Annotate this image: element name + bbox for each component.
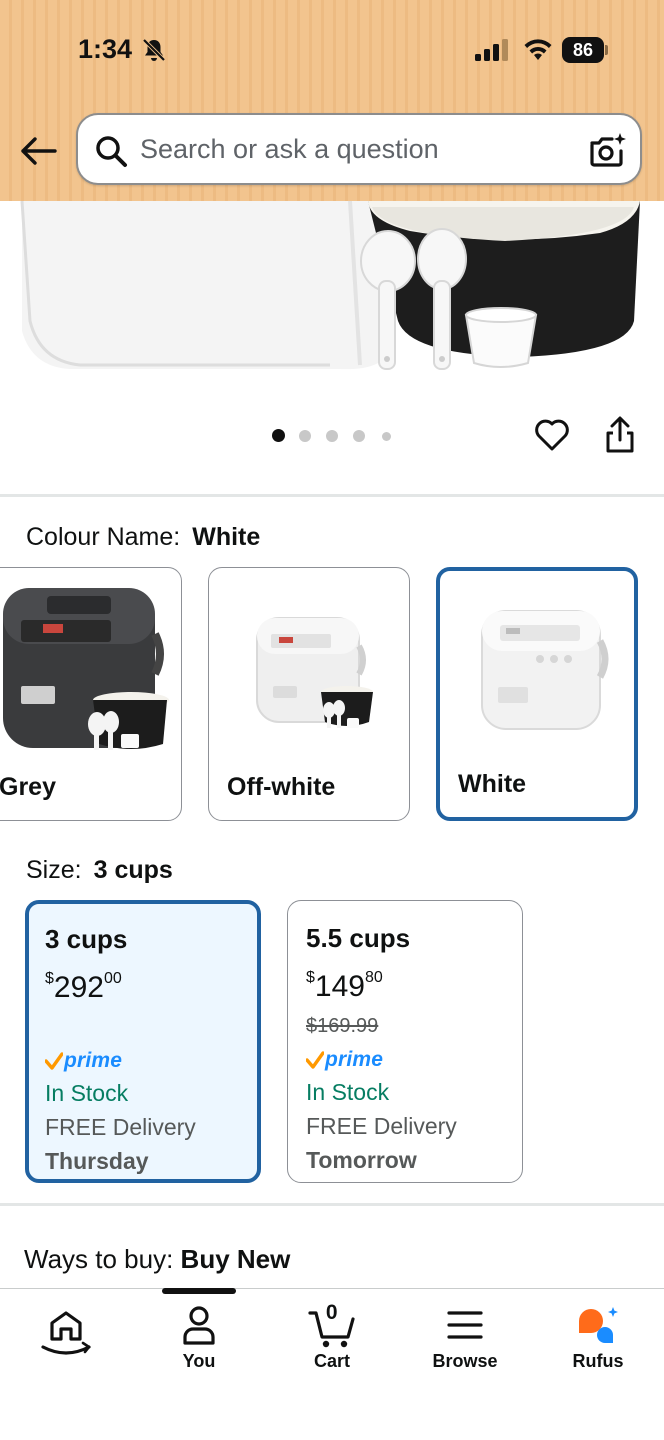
delivery-text: FREE Delivery [306, 1113, 457, 1139]
section-divider [0, 1203, 664, 1206]
nav-cart[interactable]: 0 Cart [266, 1289, 398, 1389]
rufus-icon [579, 1307, 618, 1343]
delivery-day: Tomorrow [306, 1147, 417, 1173]
prime-check-icon [306, 1051, 324, 1069]
battery-nub [605, 45, 608, 55]
nav-rufus[interactable]: Rufus [532, 1289, 664, 1389]
colour-option-white[interactable]: White [436, 567, 638, 821]
list-price: $169.99 [306, 1015, 379, 1037]
colour-option-name: White [458, 770, 527, 798]
search-bar[interactable] [76, 113, 642, 185]
bottom-nav-bar: You 0 Cart Browse Rufus [0, 1288, 664, 1440]
prime-check-icon [45, 1052, 63, 1070]
battery-indicator: 86 [562, 37, 604, 63]
delivery-text: FREE Delivery [45, 1114, 196, 1140]
stock-status: In Stock [45, 1080, 129, 1106]
price-currency: $ [45, 970, 54, 987]
share-icon[interactable] [603, 416, 637, 454]
colour-option-name: Grey [0, 773, 56, 801]
size-option-title: 3 cups [45, 924, 128, 954]
ways-to-buy-label: Ways to buy: [24, 1244, 174, 1274]
bell-muted-icon [142, 38, 166, 62]
top-header: 1:34 86 [0, 0, 664, 201]
size-label: Size: 3 cups [26, 856, 173, 885]
colour-label-text: Colour Name: [26, 523, 181, 551]
off-white-cooker-thumbnail [256, 617, 373, 728]
nav-home[interactable] [0, 1289, 132, 1389]
price-currency: $ [306, 969, 315, 986]
home-icon [41, 1311, 91, 1355]
search-icon [96, 136, 127, 167]
prime-text: prime [64, 1049, 123, 1072]
size-option-3-cups[interactable]: 3 cups $29200 prime In Stock FREE Delive… [25, 900, 261, 1183]
pager-dot[interactable] [382, 432, 391, 441]
pager-dot[interactable] [299, 430, 311, 442]
size-option-price: $14980 [306, 961, 504, 1009]
list-price [45, 1010, 241, 1044]
nav-label: Browse [432, 1351, 498, 1371]
cart-count-badge: 0 [325, 1301, 338, 1324]
colour-option-name: Off-white [227, 773, 336, 801]
size-label-text: Size: [26, 856, 82, 884]
pager-dot[interactable] [326, 430, 338, 442]
nav-label: You [182, 1351, 216, 1371]
ways-to-buy-value: Buy New [180, 1244, 291, 1274]
price-fraction: 80 [364, 969, 383, 986]
search-input[interactable] [140, 125, 570, 173]
white-cooker-thumbnail [481, 610, 609, 730]
nav-browse[interactable]: Browse [399, 1289, 531, 1389]
size-selected-value: 3 cups [93, 856, 173, 884]
size-option-5-5-cups[interactable]: 5.5 cups $14980 $169.99 prime In Stock F… [287, 900, 523, 1183]
colour-option-grey[interactable]: Grey [0, 567, 182, 821]
delivery-day: Thursday [45, 1148, 149, 1174]
product-image[interactable] [0, 201, 664, 381]
menu-icon [447, 1311, 483, 1339]
colour-option-off-white[interactable]: Off-white [208, 567, 410, 821]
colour-label: Colour Name: White [26, 523, 260, 552]
wifi-icon [524, 39, 552, 60]
colour-selected-value: White [192, 523, 261, 551]
pager-dot[interactable] [353, 430, 365, 442]
price-whole: 149 [314, 970, 365, 1003]
stock-status: In Stock [306, 1079, 390, 1105]
grey-cooker-thumbnail [3, 588, 169, 750]
nav-you[interactable]: You [133, 1289, 265, 1389]
price-whole: 292 [53, 971, 104, 1004]
status-time: 1:34 [78, 34, 133, 64]
back-arrow-icon[interactable] [18, 134, 58, 168]
prime-badge: prime [306, 1045, 504, 1075]
size-option-price: $29200 [45, 962, 241, 1010]
camera-lens-icon[interactable] [588, 131, 628, 169]
cellular-signal-icon [475, 39, 508, 61]
nav-label: Cart [313, 1351, 350, 1371]
image-pager-dots[interactable] [270, 428, 400, 444]
heart-icon[interactable] [533, 416, 571, 454]
nav-label: Rufus [572, 1351, 624, 1371]
nav-active-indicator [162, 1288, 236, 1294]
ways-to-buy[interactable]: Ways to buy: Buy New [24, 1244, 290, 1275]
section-divider [0, 494, 664, 497]
pager-dot[interactable] [272, 429, 285, 442]
prime-badge: prime [45, 1046, 241, 1076]
person-icon [183, 1306, 215, 1345]
prime-text: prime [325, 1048, 384, 1071]
price-fraction: 00 [103, 970, 122, 987]
size-option-title: 5.5 cups [306, 923, 411, 953]
